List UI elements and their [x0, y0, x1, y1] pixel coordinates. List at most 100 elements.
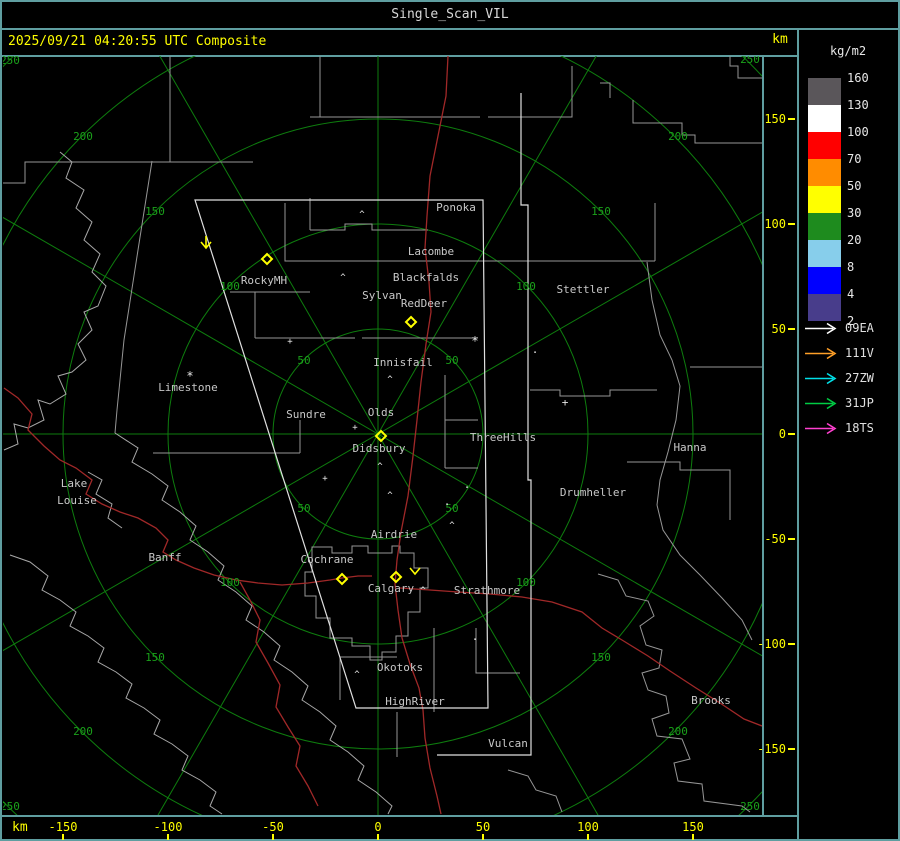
site-legend-row: 27ZW [804, 372, 896, 386]
colorbar-label: 20 [847, 233, 862, 247]
city-label-strathmore: Strathmore [454, 584, 520, 597]
city-labels-layer: Ponoka Lacombe Blackfalds SylvanRedDeer Rock… [57, 201, 731, 750]
town-marker: · [464, 481, 471, 494]
city-label-rockymh: RockyMH [241, 274, 287, 287]
town-marker: ^ [354, 670, 360, 680]
x-axis-tick [167, 834, 169, 840]
range-ring-label: 150 [591, 651, 611, 664]
x-axis-tick [587, 834, 589, 840]
y-axis-label: 150 [764, 112, 786, 126]
city-label-sundre: Sundre [286, 408, 326, 421]
colorbar-swatch [808, 294, 841, 321]
range-ring-label: 200 [73, 130, 93, 143]
site-arrow-icon [805, 372, 837, 385]
range-ring-label: 150 [145, 205, 165, 218]
range-ring-label: 200 [668, 725, 688, 738]
site-label: 18TS [845, 421, 874, 435]
x-axis-tick [482, 834, 484, 840]
colorbar-swatch [808, 159, 841, 186]
colorbar-label: 160 [847, 71, 869, 85]
range-ring-label: 250 [740, 800, 760, 813]
town-marker: ^ [420, 586, 426, 596]
y-axis-label: -150 [757, 742, 786, 756]
x-axis-label: -150 [48, 820, 78, 834]
city-label-lacombe: Lacombe [408, 245, 454, 258]
y-axis-tick [788, 643, 795, 645]
window-border-left [0, 0, 2, 841]
town-marker: · [532, 346, 539, 359]
radial-line-150deg [3, 211, 762, 652]
x-axis-label: 150 [682, 820, 704, 834]
town-marker: + [322, 474, 328, 484]
site-arrow-icon [805, 347, 837, 360]
range-ring-label: 100 [220, 280, 240, 293]
city-label-brooks: Brooks [691, 694, 731, 707]
map-viewport[interactable]: 50 5050 50100 100100 100150 150150 150200 20020… [3, 56, 762, 815]
town-marker: ^ [387, 491, 393, 501]
range-ring-label: 50 [445, 354, 458, 367]
site-legend-row: 111V [804, 347, 896, 361]
echo-diamond-marker [404, 315, 418, 329]
colorbar-label: 30 [847, 206, 862, 220]
city-label-louise: Louise [57, 494, 97, 507]
y-axis-label: -100 [757, 637, 786, 651]
x-axis-tick [62, 834, 64, 840]
y-axis-tick [788, 433, 795, 435]
site-label: 09EA [845, 321, 874, 335]
city-label-sylvan: Sylvan [362, 289, 402, 302]
city-label-didsbury: Didsbury [353, 442, 406, 455]
town-marker: ^ [359, 210, 365, 220]
town-marker: ^ [387, 375, 393, 385]
town-marker: + [287, 337, 293, 347]
city-label-banff: Banff [148, 551, 181, 564]
x-axis-label: -50 [262, 820, 284, 834]
radial-line-120deg [157, 56, 597, 815]
app-title: Single_Scan_VIL [391, 7, 509, 22]
y-axis-label: 50 [771, 322, 786, 336]
city-label-highriver: HighRiver [385, 695, 445, 708]
scan-timestamp: 2025/09/21 04:20:55 UTC Composite [8, 34, 267, 49]
colorbar-label: 4 [847, 287, 855, 301]
y-axis-label: -50 [764, 532, 786, 546]
site-label: 111V [845, 346, 874, 360]
colorbar-label: 100 [847, 125, 869, 139]
town-marker: ^ [340, 273, 346, 283]
colorbar-swatch [808, 267, 841, 294]
y-axis-tick [788, 538, 795, 540]
colorbar-label: 130 [847, 98, 869, 112]
range-ring-200km [3, 56, 762, 815]
range-ring-label: 250 [3, 800, 20, 813]
radial-line-30deg [3, 216, 762, 657]
city-label-innisfail: Innisfail [373, 356, 433, 369]
colorbar-swatch [808, 240, 841, 267]
range-ring-label: 250 [3, 56, 20, 67]
city-label-drumheller: Drumheller [560, 486, 627, 499]
titlebar-separator [0, 28, 900, 30]
site-arrow-icon [805, 397, 837, 410]
scan-area-outline-b [437, 93, 532, 756]
range-ring-label: 150 [591, 205, 611, 218]
colorbar-label: 50 [847, 179, 862, 193]
site-legend-row: 31JP [804, 397, 896, 411]
x-axis-unit: km [12, 820, 28, 835]
colorbar-swatch [808, 132, 841, 159]
town-marker: · [472, 633, 479, 646]
town-marker: * [186, 369, 193, 383]
town-marker: ^ [377, 462, 383, 472]
range-ring-label: 100 [220, 576, 240, 589]
city-label-vulcan: Vulcan [488, 737, 528, 750]
city-label-lake: Lake [61, 477, 88, 490]
range-ring-label: 50 [297, 354, 310, 367]
x-axis-label: 0 [374, 820, 382, 834]
x-axis-label: 100 [577, 820, 599, 834]
titlebar[interactable]: Single_Scan_VIL [0, 0, 900, 28]
range-ring-label: 100 [516, 280, 536, 293]
y-axis-tick [788, 328, 795, 330]
town-marker: * [471, 334, 478, 348]
storm-motion-arrow [409, 567, 421, 576]
polar-grid [3, 56, 762, 815]
city-label-threehills: ThreeHills [470, 431, 536, 444]
town-marker: · [444, 498, 451, 511]
city-label-blackfalds: Blackfalds [393, 271, 459, 284]
colorbar-swatch [808, 105, 841, 132]
